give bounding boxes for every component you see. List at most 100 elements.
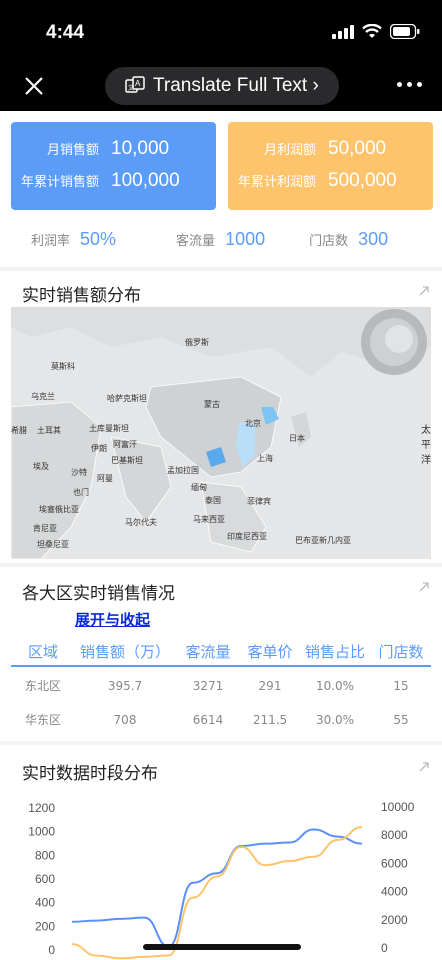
- monthly-profit-value: 50,000: [328, 138, 387, 159]
- store-count-stat: 门店数 300: [309, 229, 388, 250]
- monthly-sales-value: 10,000: [111, 138, 170, 159]
- y-left-tick-label: 1200: [28, 801, 55, 815]
- world-map[interactable]: 俄罗斯 莫斯科 乌克兰 哈萨克斯坦 蒙古 日本 希腊 土耳其 土库曼斯坦 伊朗 …: [11, 307, 431, 559]
- table-cell: 291: [258, 679, 282, 693]
- map-label: 上海: [257, 454, 273, 463]
- map-label: 乌克兰: [31, 392, 55, 401]
- status-bar: 4:44: [0, 0, 442, 62]
- column-header[interactable]: 区域: [11, 637, 75, 665]
- expand-icon[interactable]: [418, 285, 430, 297]
- table-cell: 15: [393, 679, 409, 693]
- map-title: 实时销售额分布: [22, 286, 141, 306]
- map-label: 哈萨克斯坦: [107, 394, 147, 403]
- table-row[interactable]: 东北区 395.7 3271 291 10.0% 15: [11, 669, 431, 703]
- map-label: 太平洋: [421, 425, 431, 466]
- monthly-sales-label: 月销售额: [46, 143, 99, 158]
- column-header[interactable]: 销售额（万）: [75, 637, 175, 665]
- map-label: 希腊: [11, 426, 27, 435]
- y-right-tick-label: 0: [381, 941, 388, 955]
- map-label: 北京: [245, 419, 261, 428]
- map-label: 阿曼: [97, 474, 113, 483]
- map-label: 伊朗: [91, 444, 107, 453]
- time-distribution-chart[interactable]: 1200100080060040020001000080006000400020…: [0, 781, 442, 960]
- profit-kpi-card: 月利润额 50,000 年累计利润额 500,000: [228, 122, 433, 210]
- y-right-tick-label: 8000: [381, 828, 408, 842]
- svg-text:A: A: [135, 79, 141, 88]
- expand-icon[interactable]: [418, 581, 430, 593]
- map-label: 肯尼亚: [33, 524, 57, 533]
- table-cell: 东北区: [24, 679, 61, 693]
- table-cell: 30.0%: [315, 713, 355, 727]
- y-left-tick-label: 1000: [28, 825, 55, 839]
- map-label: 蒙古: [204, 400, 220, 409]
- table-cell: 华东区: [24, 713, 61, 727]
- home-indicator: [143, 944, 301, 950]
- table-cell: 3271: [192, 679, 224, 693]
- translate-full-text-button[interactable]: A 文 Translate Full Text ›: [105, 67, 339, 105]
- y-left-tick-label: 800: [35, 848, 55, 862]
- signal-icon: [332, 24, 354, 39]
- time-distribution-card: 实时数据时段分布 1200 1000 800 600 400 200 0 10000 8000 6…: [0, 745, 442, 960]
- stat-label: 客流量: [176, 234, 216, 249]
- monthly-profit-label: 月利润额: [263, 143, 316, 158]
- stat-value: 300: [358, 229, 389, 249]
- table-cell: 55: [393, 713, 409, 727]
- map-label: 日本: [289, 434, 305, 443]
- table-cell: 395.7: [107, 679, 143, 693]
- close-icon[interactable]: [22, 74, 46, 98]
- yearly-profit-label: 年累计利润额: [237, 175, 316, 190]
- table-cell: 211.5: [252, 713, 288, 727]
- sales-kpi-card: 月销售额 10,000 年累计销售额 100,000: [11, 122, 216, 210]
- yearly-sales-label: 年累计销售额: [20, 175, 99, 190]
- yearly-profit-value: 500,000: [328, 170, 397, 191]
- translate-icon: A 文: [125, 76, 145, 93]
- y-right-tick-label: 2000: [381, 913, 408, 927]
- stat-value: 50%: [80, 229, 117, 249]
- svg-text:文: 文: [128, 84, 134, 92]
- translate-label: Translate Full Text ›: [153, 75, 319, 96]
- table-cell: 10.0%: [315, 679, 355, 693]
- stat-value: 1000: [225, 229, 266, 249]
- series-line-1: [71, 828, 363, 948]
- map-label: 沙特: [71, 468, 87, 477]
- nav-bar: A 文 Translate Full Text ›: [0, 62, 442, 111]
- map-label: 巴基斯坦: [111, 456, 143, 465]
- map-label: 土耳其: [37, 426, 61, 435]
- yearly-sales-value: 100,000: [111, 170, 180, 191]
- column-header[interactable]: 客流量: [175, 637, 241, 665]
- status-time: 4:44: [46, 22, 85, 43]
- map-label: 也门: [73, 488, 89, 497]
- expand-collapse-link[interactable]: 展开与收起: [75, 609, 150, 630]
- map-label: 泰国: [205, 496, 221, 505]
- y-right-tick-label: 4000: [381, 885, 408, 899]
- map-label: 缅甸: [191, 483, 207, 492]
- y-right-tick-label: 10000: [381, 800, 415, 814]
- table-row[interactable]: 华东区 708 6614 211.5 30.0% 55: [11, 703, 431, 737]
- wifi-icon: [362, 24, 382, 38]
- stat-label: 门店数: [309, 234, 349, 249]
- status-icons: [332, 24, 420, 39]
- map-label: 阿富汗: [113, 440, 137, 449]
- map-label: 莫斯科: [51, 362, 75, 371]
- map-label: 印度尼西亚: [227, 532, 267, 541]
- series-line-2: [71, 826, 363, 960]
- column-header[interactable]: 客单价: [241, 637, 299, 665]
- map-label: 巴布亚新几内亚: [295, 536, 351, 545]
- map-label: 坦桑尼亚: [37, 540, 69, 549]
- kpi-section: 月销售额 10,000 年累计销售额 100,000 月利润额 50,000 年…: [0, 111, 442, 267]
- expand-icon[interactable]: [418, 761, 430, 773]
- region-table-title: 各大区实时销售情况: [22, 584, 175, 604]
- region-sales-card: 各大区实时销售情况 展开与收起 区域 销售额（万） 客流量 客单价 销售占比 门…: [0, 567, 442, 741]
- map-label: 埃及: [33, 462, 49, 471]
- more-options-button[interactable]: [397, 82, 422, 87]
- stat-label: 利润率: [31, 234, 71, 249]
- map-label: 埃塞俄比亚: [39, 505, 79, 514]
- column-header[interactable]: 销售占比: [299, 637, 371, 665]
- map-label: 土库曼斯坦: [89, 424, 129, 433]
- y-left-tick-label: 600: [35, 872, 55, 886]
- y-left-tick-label: 400: [35, 896, 55, 910]
- y-left-tick-label: 0: [48, 943, 55, 957]
- y-left-tick-label: 200: [35, 919, 55, 933]
- table-cell: 708: [113, 713, 137, 727]
- column-header[interactable]: 门店数: [371, 637, 431, 665]
